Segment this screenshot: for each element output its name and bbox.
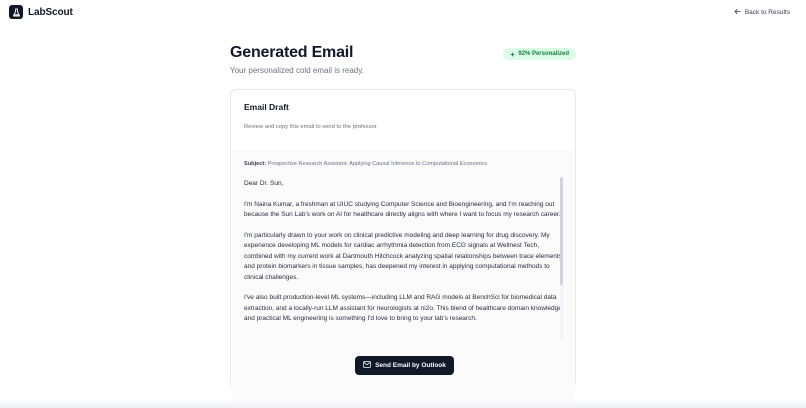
email-content: Subject: Prospective Research Assistant:… [232,150,574,403]
email-paragraph: I'm Naina Kumar, a freshman at UIUC stud… [244,200,561,219]
scrollbar-thumb[interactable] [560,177,563,285]
page-header: Generated Email Your personalized cold e… [230,44,576,75]
email-paragraph: I've also built production-level ML syst… [244,294,562,323]
send-email-button[interactable]: Send Email by Outlook [355,356,454,375]
email-subject: Subject: Prospective Research Assistant:… [244,161,487,167]
subject-label: Subject: [244,161,267,167]
badge-label: 92% Personalized [518,51,569,57]
back-label: Back to Results [744,9,790,16]
sparkle-icon [510,51,516,57]
subject-text: Prospective Research Assistant: Applying… [267,161,488,167]
email-greeting: Dear Dr. Sun, [244,180,284,187]
email-draft-card: Email Draft Review and copy this email t… [230,89,576,403]
page-subtitle: Your personalized cold email is ready. [230,66,364,75]
bottom-edge-shadow [0,400,806,408]
card-description: Review and copy this email to send to th… [244,124,377,130]
email-paragraph: I'm particularly drawn to your work on c… [244,232,562,281]
flask-icon [9,5,23,19]
card-header: Email Draft Review and copy this email t… [231,90,575,148]
app-name: LabScout [28,6,73,18]
back-to-results-button[interactable]: Back to Results [734,8,790,17]
arrow-left-icon [734,8,741,17]
email-scrollbar[interactable] [560,177,563,340]
mail-icon [363,361,371,370]
send-button-label: Send Email by Outlook [375,362,446,369]
email-body[interactable]: Dear Dr. Sun, I'm Naina Kumar, a freshma… [244,179,562,339]
personalization-badge: 92% Personalized [503,48,576,60]
card-title: Email Draft [244,102,289,112]
app-logo[interactable]: LabScout [9,5,73,19]
top-bar: LabScout Back to Results [0,0,806,26]
